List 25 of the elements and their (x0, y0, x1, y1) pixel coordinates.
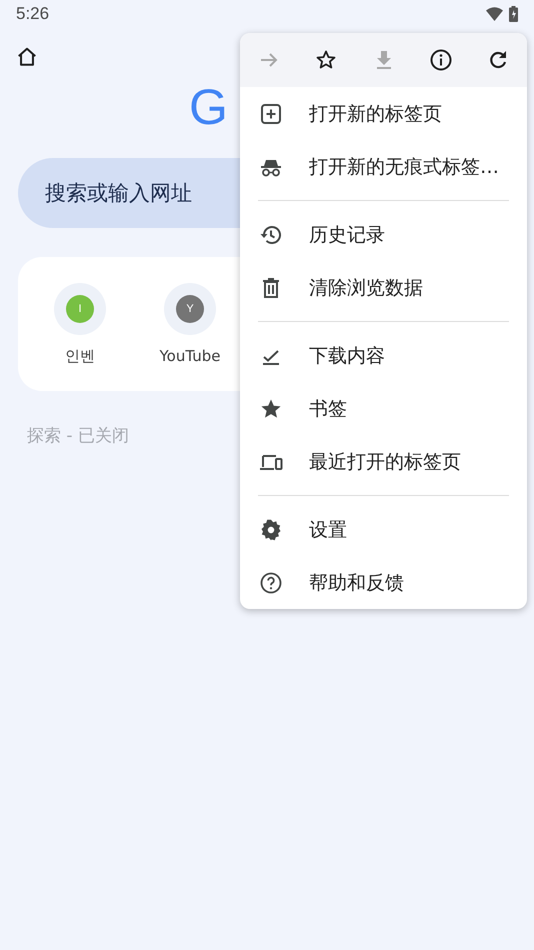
menu-item[interactable]: 打开新的无痕式标签… (240, 140, 527, 193)
shortcut-label: YouTube (160, 347, 220, 365)
menu-item[interactable]: 打开新的标签页 (240, 87, 527, 140)
plus-square-icon (259, 102, 283, 126)
discover-status: 探索 - 已关闭 (27, 425, 129, 447)
menu-item[interactable]: 帮助和反馈 (240, 556, 527, 609)
shortcut-tile[interactable]: Y YouTube (150, 283, 230, 391)
menu-item[interactable]: 书签 (240, 382, 527, 435)
status-time: 5:26 (16, 4, 50, 24)
menu-item[interactable]: 下载内容 (240, 329, 527, 382)
battery-icon (509, 6, 518, 22)
menu-item[interactable]: 历史记录 (240, 208, 527, 261)
site-avatar: Y (176, 295, 204, 323)
help-icon (259, 570, 283, 594)
google-logo: G (189, 82, 228, 128)
shortcut-tile[interactable]: I 인벤 (40, 283, 120, 391)
site-avatar: I (66, 295, 94, 323)
menu-item[interactable]: 最近打开的标签页 (240, 435, 527, 488)
info-icon[interactable] (428, 48, 453, 72)
shortcut-label: 인벤 (65, 347, 95, 366)
menu-item[interactable]: 设置 (240, 503, 527, 556)
home-icon[interactable] (16, 46, 38, 68)
wifi-icon (486, 7, 503, 21)
menu-item[interactable]: 清除浏览数据 (240, 261, 527, 314)
settings-icon (259, 518, 283, 542)
